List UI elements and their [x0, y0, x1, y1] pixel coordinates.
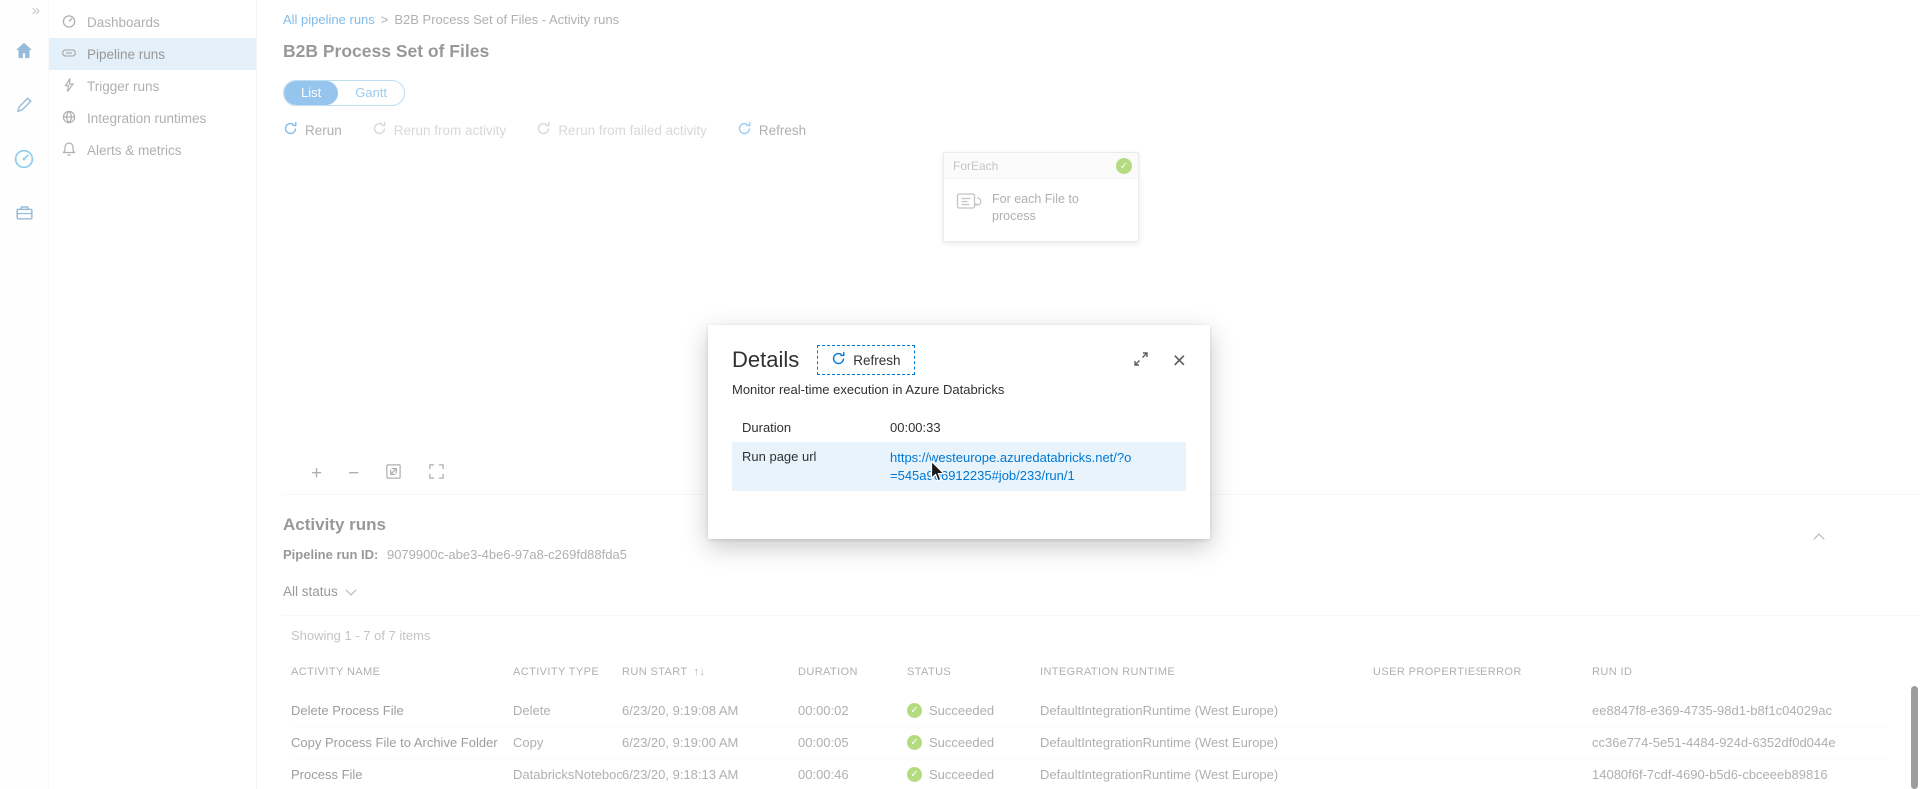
- close-icon: ×: [1172, 347, 1186, 373]
- run-page-url-link[interactable]: https://westeurope.azuredatabricks.net/?…: [890, 449, 1138, 484]
- detail-row-duration: Duration 00:00:33: [732, 413, 1186, 442]
- detail-row-run-page-url: Run page url https://westeurope.azuredat…: [732, 442, 1186, 492]
- details-dialog-header: Details Refresh ×: [732, 345, 1186, 375]
- close-dialog-button[interactable]: ×: [1172, 347, 1186, 373]
- refresh-icon: [831, 351, 846, 369]
- dialog-detail-rows: Duration 00:00:33 Run page url https://w…: [732, 413, 1186, 492]
- expand-diagonal-icon: [1133, 351, 1149, 370]
- detail-label: Duration: [742, 420, 792, 435]
- expand-dialog-button[interactable]: [1133, 351, 1149, 370]
- dialog-title: Details: [732, 347, 800, 372]
- duration-value: 00:00:33: [890, 420, 941, 435]
- dialog-refresh-button[interactable]: Refresh: [817, 345, 915, 375]
- detail-label: Run page url: [742, 449, 817, 464]
- details-dialog: Details Refresh × Monitor real-time exec…: [708, 325, 1210, 539]
- dialog-subtitle: Monitor real-time execution in Azure Dat…: [732, 382, 1005, 397]
- vertical-scrollbar-thumb[interactable]: [1911, 686, 1918, 789]
